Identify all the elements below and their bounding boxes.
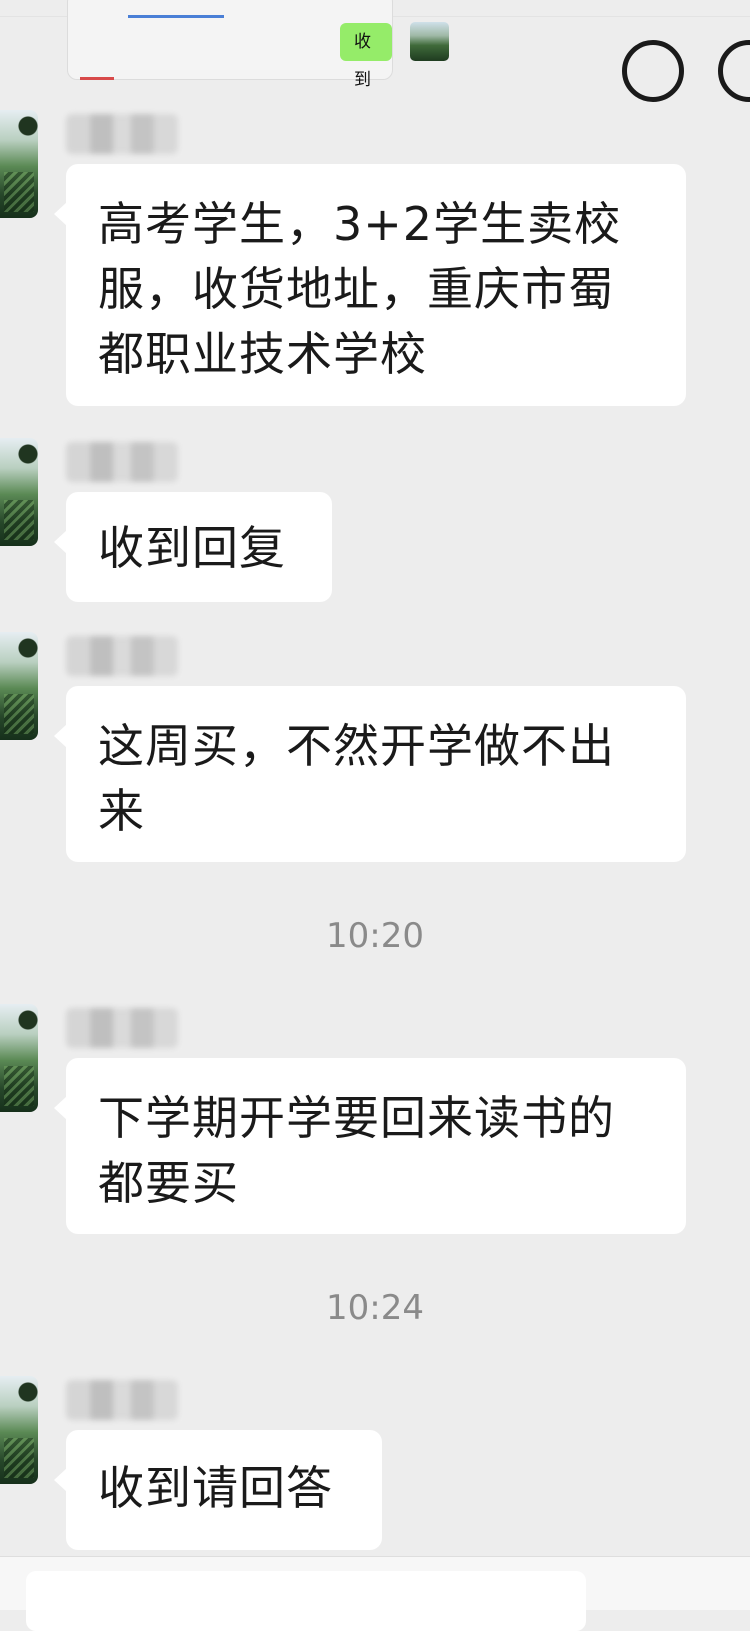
message-bubble[interactable]: 下学期开学要回来读书的都要买 [54,1058,686,1234]
quoted-message-card[interactable]: 收到 [67,0,449,90]
message-text: 高考学生，3+2学生卖校服，收货地址，重庆市蜀都职业技术学校 [98,197,622,381]
sender-avatar[interactable] [0,1376,38,1484]
plus-icon[interactable] [718,40,750,102]
sender-name-blurred [66,114,178,154]
message-bubble[interactable]: 收到回复 [54,492,332,602]
sender-avatar[interactable] [0,1004,38,1112]
message-bubble[interactable]: 收到请回答 [54,1430,382,1550]
quoted-avatar-thumbnail [410,22,449,61]
sender-avatar[interactable] [0,110,38,218]
sender-name-blurred [66,1380,178,1420]
quote-accent-line [128,15,224,18]
quoted-reply-bubble: 收到 [340,23,392,90]
sender-name-blurred [66,636,178,676]
message-bubble[interactable]: 这周买，不然开学做不出来 [54,686,686,862]
sender-avatar[interactable] [0,438,38,546]
sender-name-blurred [66,1008,178,1048]
timestamp: 10:20 [326,916,424,956]
message-text: 收到请回答 [98,1461,333,1515]
timestamp: 10:24 [326,1288,424,1328]
sender-avatar[interactable] [0,632,38,740]
emoji-icon[interactable] [622,40,684,102]
message-input-field[interactable] [26,1571,586,1631]
message-text: 这周买，不然开学做不出来 [98,719,615,838]
chat-input-bar [0,1556,750,1631]
message-text: 收到回复 [98,521,286,575]
quote-red-mark [80,77,114,80]
quoted-reply-text: 收到 [354,32,371,90]
message-bubble[interactable]: 高考学生，3+2学生卖校服，收货地址，重庆市蜀都职业技术学校 [54,164,686,406]
message-text: 下学期开学要回来读书的都要买 [98,1091,615,1210]
sender-name-blurred [66,442,178,482]
